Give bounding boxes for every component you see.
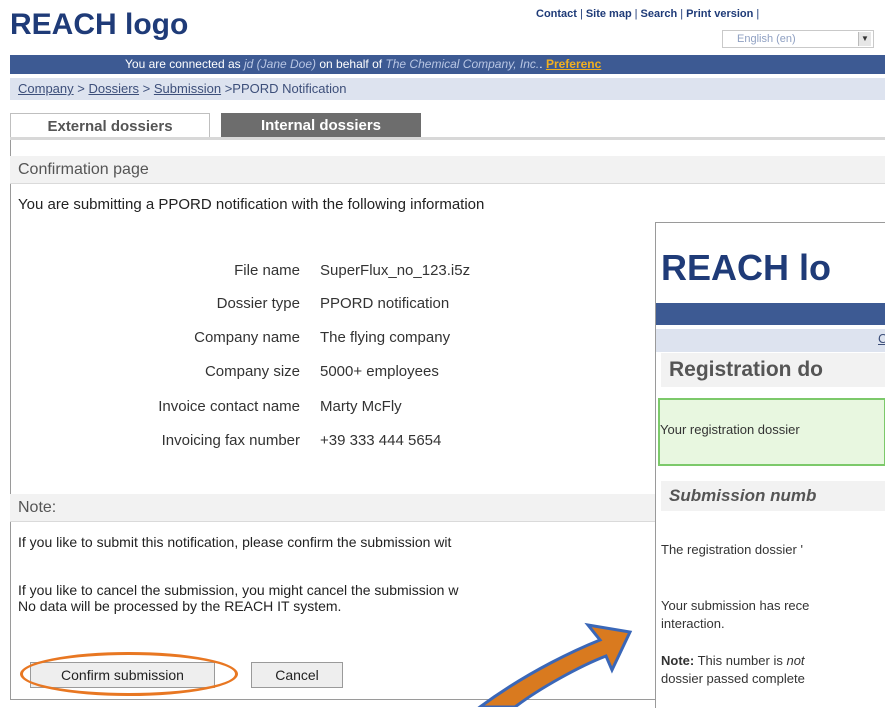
- tab-divider: [10, 137, 885, 140]
- submission-details: File name SuperFlux_no_123.i5z Dossier t…: [0, 262, 655, 462]
- overlay-session-bar: [656, 303, 885, 325]
- orange-arrow-icon: [477, 622, 633, 707]
- tab-internal-dossiers[interactable]: Internal dossiers: [221, 113, 421, 139]
- contact-link[interactable]: Contact: [536, 8, 577, 20]
- note-processing-text: No data will be processed by the REACH I…: [18, 598, 342, 614]
- breadcrumb-company[interactable]: Company: [18, 81, 74, 96]
- overlay-success-message: Your registration dossier: [658, 398, 885, 466]
- detail-value: SuperFlux_no_123.i5z: [320, 262, 471, 279]
- print-version-link[interactable]: Print version: [686, 8, 753, 20]
- top-links: Contact | Site map | Search | Print version |: [536, 8, 760, 20]
- note-confirm-text: If you like to submit this notification,…: [18, 534, 452, 550]
- overlay-note-label: Note:: [661, 653, 695, 668]
- overlay-text-passed: dossier passed complete: [661, 671, 805, 686]
- detail-label: Company size: [204, 363, 300, 380]
- session-middle: on behalf of: [316, 57, 386, 71]
- breadcrumb-submission[interactable]: Submission: [154, 81, 221, 96]
- detail-value: PPORD notification: [320, 295, 450, 312]
- cancel-button[interactable]: Cancel: [251, 662, 343, 688]
- overlay-breadcrumb-link[interactable]: C: [878, 331, 885, 346]
- confirmation-heading: Confirmation page: [10, 156, 885, 184]
- language-select[interactable]: English (en) ▼: [722, 30, 874, 48]
- overlay-text-received: Your submission has rece: [661, 598, 810, 613]
- breadcrumb-current: PPORD Notification: [232, 81, 347, 96]
- overlay-heading: Registration do: [661, 353, 885, 387]
- detail-label: Invoice contact name: [158, 398, 300, 415]
- detail-label: Invoicing fax number: [161, 432, 300, 449]
- reach-logo: REACH logo: [10, 8, 189, 41]
- preferences-link[interactable]: Preferenc: [546, 57, 601, 71]
- note-cancel-text: If you like to cancel the submission, yo…: [18, 582, 459, 598]
- search-link[interactable]: Search: [641, 8, 678, 20]
- overlay-success-text: Your registration dossier: [660, 422, 800, 437]
- detail-value: Marty McFly: [320, 398, 402, 415]
- session-prefix: You are connected as: [125, 57, 244, 71]
- confirmation-intro: You are submitting a PPORD notification …: [18, 196, 485, 213]
- detail-label: File name: [234, 262, 300, 279]
- tab-external-dossiers[interactable]: External dossiers: [10, 113, 210, 139]
- detail-value: +39 333 444 5654: [320, 432, 442, 449]
- session-company: The Chemical Company, Inc.: [385, 57, 540, 71]
- overlay-text-dossier: The registration dossier ': [661, 542, 803, 557]
- detail-label: Dossier type: [216, 295, 300, 312]
- detail-value: The flying company: [320, 329, 451, 346]
- overlay-note-italic: not: [786, 653, 805, 668]
- language-selected: English (en): [737, 33, 796, 45]
- detail-label: Company name: [194, 329, 300, 346]
- overlay-text-interaction: interaction.: [661, 616, 725, 631]
- overlay-reach-logo: REACH lo: [661, 247, 831, 288]
- site-map-link[interactable]: Site map: [586, 8, 632, 20]
- overlay-note-text: This number is: [694, 653, 787, 668]
- overlay-note: Note: This number is not: [661, 653, 805, 668]
- registration-result-overlay: REACH lo C Registration do Your registra…: [655, 222, 885, 708]
- overlay-submission-number-heading: Submission numb: [661, 481, 885, 511]
- overlay-breadcrumb: C: [656, 329, 885, 352]
- breadcrumb: Company > Dossiers > Submission >PPORD N…: [10, 78, 885, 100]
- breadcrumb-dossiers[interactable]: Dossiers: [88, 81, 139, 96]
- session-user: jd (Jane Doe): [243, 57, 317, 71]
- dropdown-arrow-icon[interactable]: ▼: [858, 32, 871, 46]
- highlight-ellipse: [20, 652, 238, 696]
- session-bar: You are connected as jd (Jane Doe) on be…: [10, 55, 885, 74]
- detail-value: 5000+ employees: [320, 363, 439, 380]
